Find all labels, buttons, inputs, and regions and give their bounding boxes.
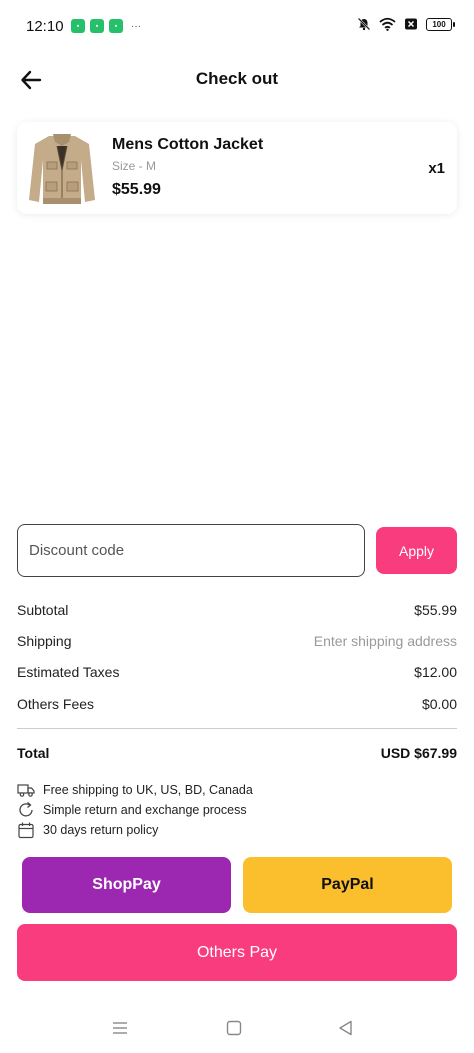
wifi-icon [379, 17, 396, 31]
notification-app-icon: ▪ [109, 19, 123, 33]
perk-text: Simple return and exchange process [43, 803, 247, 817]
product-size: Size - M [112, 159, 157, 173]
shipping-label: Shipping [17, 633, 72, 649]
calendar-icon [18, 822, 34, 839]
subtotal-value: $55.99 [414, 602, 457, 618]
perk-item: 30 days return policy [17, 821, 158, 839]
apply-discount-button[interactable]: Apply [376, 527, 457, 574]
truck-icon [17, 784, 35, 797]
subtotal-row: Subtotal $55.99 [17, 602, 457, 618]
fees-label: Others Fees [17, 696, 95, 712]
total-value: USD $67.99 [380, 745, 457, 761]
paypal-button[interactable]: PayPal [243, 857, 452, 913]
cart-item-card[interactable]: Mens Cotton Jacket Size - M $55.99 x1 [17, 122, 457, 214]
perk-text: 30 days return policy [43, 823, 159, 837]
total-row: Total USD $67.99 [17, 745, 457, 761]
shipping-row[interactable]: Shipping Enter shipping address [17, 633, 457, 649]
discount-code-input[interactable] [17, 524, 365, 577]
others-pay-button[interactable]: Others Pay [17, 924, 457, 981]
more-notifications-icon: ··· [131, 20, 141, 32]
fees-row: Others Fees $0.00 [17, 696, 457, 712]
perk-text: Free shipping to UK, US, BD, Canada [43, 783, 253, 797]
shipping-value[interactable]: Enter shipping address [314, 633, 457, 649]
fees-value: $0.00 [421, 696, 457, 712]
summary-divider [17, 728, 457, 729]
home-icon[interactable] [224, 1018, 244, 1038]
menu-icon[interactable] [110, 1018, 130, 1038]
taxes-value: $12.00 [414, 664, 457, 680]
status-notification-icons: ▪ ▪ ▪ ··· [71, 19, 141, 33]
jacket-product-image [29, 134, 95, 204]
system-navigation-bar [0, 1010, 474, 1046]
battery-icon: 100 [426, 17, 455, 31]
shoppay-button[interactable]: ShopPay [22, 857, 231, 913]
status-system-icons: 100 [357, 17, 455, 31]
page-title: Check out [195, 69, 279, 88]
subtotal-label: Subtotal [17, 602, 69, 618]
status-bar: 12:10 ▪ ▪ ▪ ··· 100 [0, 0, 474, 54]
perk-item: Simple return and exchange process [17, 801, 247, 819]
product-price: $55.99 [112, 181, 161, 198]
taxes-row: Estimated Taxes $12.00 [17, 664, 457, 680]
refresh-icon [19, 802, 33, 817]
status-time: 12:10 [26, 18, 64, 35]
perk-item: Free shipping to UK, US, BD, Canada [17, 781, 253, 799]
notification-app-icon: ▪ [71, 19, 85, 33]
app-bar: Check out [0, 58, 474, 102]
product-name: Mens Cotton Jacket [112, 136, 264, 153]
notification-app-icon: ▪ [90, 19, 104, 33]
back-triangle-icon[interactable] [336, 1018, 356, 1038]
mute-icon [357, 17, 371, 31]
no-sim-icon [405, 18, 417, 30]
taxes-label: Estimated Taxes [17, 664, 120, 680]
total-label: Total [17, 745, 50, 761]
product-quantity: x1 [428, 160, 445, 177]
